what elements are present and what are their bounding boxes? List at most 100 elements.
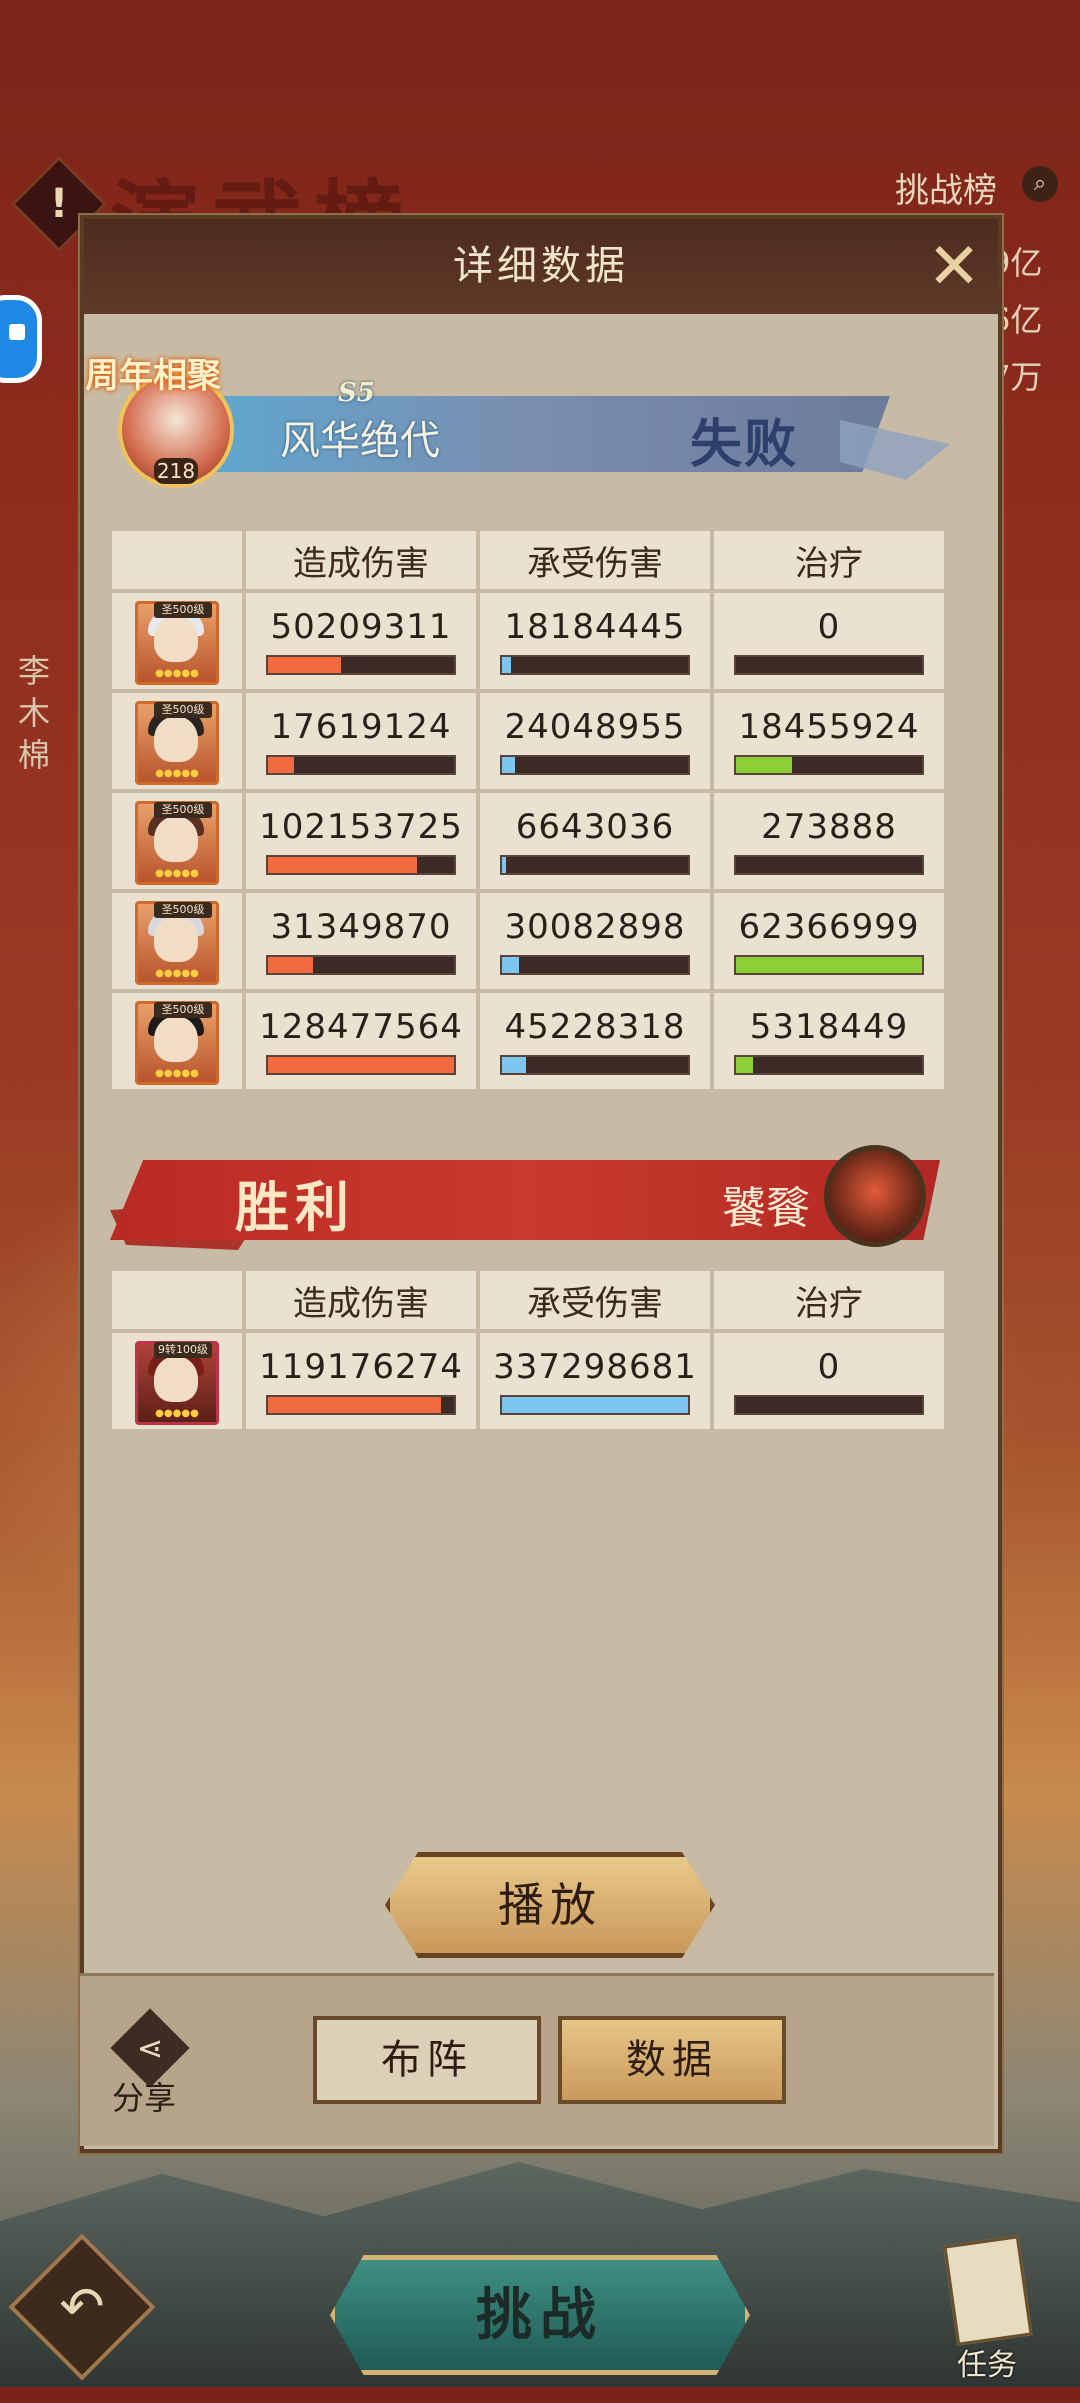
heal-cell: 5318449: [714, 993, 944, 1089]
back-arrow-icon: ↶: [59, 2275, 105, 2338]
hero-face: [154, 816, 198, 862]
taken-bar-fill: [502, 757, 516, 773]
floating-assistant-icon[interactable]: [0, 295, 42, 383]
dialog-title: 详细数据: [453, 243, 629, 289]
hero-face: [154, 1356, 198, 1402]
hero-portrait-icon[interactable]: 圣500级 ●●●●●: [135, 601, 219, 685]
damage-cell: 102153725: [246, 793, 476, 889]
hero-rank: 圣500级: [154, 802, 212, 818]
hero-stars: ●●●●●: [155, 968, 199, 979]
play-button[interactable]: 播放: [385, 1852, 715, 1958]
hero-rank: 圣500级: [154, 1002, 212, 1018]
header-damage-dealt: 造成伤害: [246, 1271, 476, 1329]
dialog-header: 详细数据 ✕: [84, 219, 998, 314]
team2-name: 饕餮: [722, 1183, 810, 1234]
hero-stat-row: 圣500级 ●●●●● 31349870 30082898 62366999: [112, 893, 944, 989]
hero-cell: 圣500级 ●●●●●: [112, 693, 242, 789]
challenge-button[interactable]: 挑战: [330, 2255, 750, 2375]
data-button[interactable]: 数据: [558, 2016, 786, 2104]
taken-bar: [500, 855, 690, 875]
hero-portrait-icon[interactable]: 9转100级 ●●●●●: [135, 1341, 219, 1425]
hero-portrait-icon[interactable]: 圣500级 ●●●●●: [135, 1001, 219, 1085]
damage-bar-fill: [268, 1057, 454, 1073]
hero-stars: ●●●●●: [155, 668, 199, 679]
heal-cell: 0: [714, 593, 944, 689]
heal-cell: 62366999: [714, 893, 944, 989]
taken-cell: 337298681: [480, 1333, 710, 1429]
taken-bar: [500, 955, 690, 975]
header-blank: [112, 531, 242, 589]
hero-rank: 圣500级: [154, 602, 212, 618]
hero-stars: ●●●●●: [155, 768, 199, 779]
taken-bar-fill: [502, 957, 519, 973]
hero-portrait-icon[interactable]: 圣500级 ●●●●●: [135, 901, 219, 985]
damage-value: 128477564: [259, 1007, 463, 1047]
header-healing: 治疗: [714, 1271, 944, 1329]
team2-stats-table: 造成伤害 承受伤害 治疗 9转100级 ●●●●● 119176274 3372986…: [108, 1267, 948, 1433]
damage-bar: [266, 1395, 456, 1415]
task-label: 任务: [957, 2348, 1017, 2383]
taken-bar: [500, 1055, 690, 1075]
heal-bar: [734, 1055, 924, 1075]
heal-value: 18455924: [738, 707, 920, 747]
heal-cell: 0: [714, 1333, 944, 1429]
hero-cell: 圣500级 ●●●●●: [112, 793, 242, 889]
taken-value: 45228318: [504, 1007, 686, 1047]
hero-portrait-icon[interactable]: 圣500级 ●●●●●: [135, 701, 219, 785]
avatar-level: 218: [154, 458, 198, 484]
hero-face: [154, 716, 198, 762]
taken-bar-fill: [502, 657, 512, 673]
damage-value: 17619124: [270, 707, 452, 747]
team1-name: 风华绝代: [280, 418, 440, 464]
team1-result: 失败: [690, 414, 799, 475]
taken-bar-fill: [502, 1057, 527, 1073]
header-healing: 治疗: [714, 531, 944, 589]
heal-value: 62366999: [738, 907, 920, 947]
heal-bar-fill: [736, 757, 792, 773]
team1-stats-table: 造成伤害 承受伤害 治疗 圣500级 ●●●●● 50209311 18184445 0…: [108, 527, 948, 1093]
hero-stars: ●●●●●: [155, 1408, 199, 1419]
challenge-rank-link[interactable]: 挑战榜: [895, 163, 997, 212]
taken-cell: 24048955: [480, 693, 710, 789]
heal-bar-fill: [736, 957, 922, 973]
damage-bar: [266, 855, 456, 875]
damage-value: 102153725: [259, 807, 463, 847]
search-icon[interactable]: ⌕: [1022, 166, 1058, 202]
taken-cell: 6643036: [480, 793, 710, 889]
heal-bar: [734, 855, 924, 875]
hero-stars: ●●●●●: [155, 1068, 199, 1079]
close-icon[interactable]: ✕: [924, 235, 984, 299]
heal-bar-fill: [736, 1057, 753, 1073]
side-player-name: 李木棉: [18, 652, 51, 774]
heal-cell: 18455924: [714, 693, 944, 789]
share-icon: ⋖: [136, 2029, 164, 2067]
damage-bar-fill: [268, 657, 341, 673]
heal-bar: [734, 1395, 924, 1415]
taken-value: 337298681: [493, 1347, 697, 1387]
task-button[interactable]: 任务: [935, 2235, 1045, 2383]
taken-value: 6643036: [515, 807, 675, 847]
damage-value: 31349870: [270, 907, 452, 947]
hero-portrait-icon[interactable]: 圣500级 ●●●●●: [135, 801, 219, 885]
heal-cell: 273888: [714, 793, 944, 889]
taken-value: 30082898: [504, 907, 686, 947]
hero-rank: 圣500级: [154, 702, 212, 718]
damage-bar: [266, 755, 456, 775]
hero-stat-row: 圣500级 ●●●●● 128477564 45228318 5318449: [112, 993, 944, 1089]
task-cards-icon: [943, 2235, 1033, 2346]
taken-cell: 30082898: [480, 893, 710, 989]
hero-face: [154, 1016, 198, 1062]
damage-bar-fill: [268, 757, 295, 773]
taken-bar: [500, 755, 690, 775]
heal-value: 0: [817, 607, 841, 647]
header-damage-taken: 承受伤害: [480, 531, 710, 589]
team2-result: 胜利: [235, 1175, 355, 1239]
team2-avatar[interactable]: [824, 1145, 926, 1247]
taken-bar-fill: [502, 1397, 688, 1413]
heal-value: 0: [817, 1347, 841, 1387]
formation-button[interactable]: 布阵: [313, 2016, 541, 2104]
heal-bar: [734, 955, 924, 975]
hero-cell: 9转100级 ●●●●●: [112, 1333, 242, 1429]
taken-bar-fill: [502, 857, 506, 873]
share-label[interactable]: 分享: [112, 2073, 176, 2119]
